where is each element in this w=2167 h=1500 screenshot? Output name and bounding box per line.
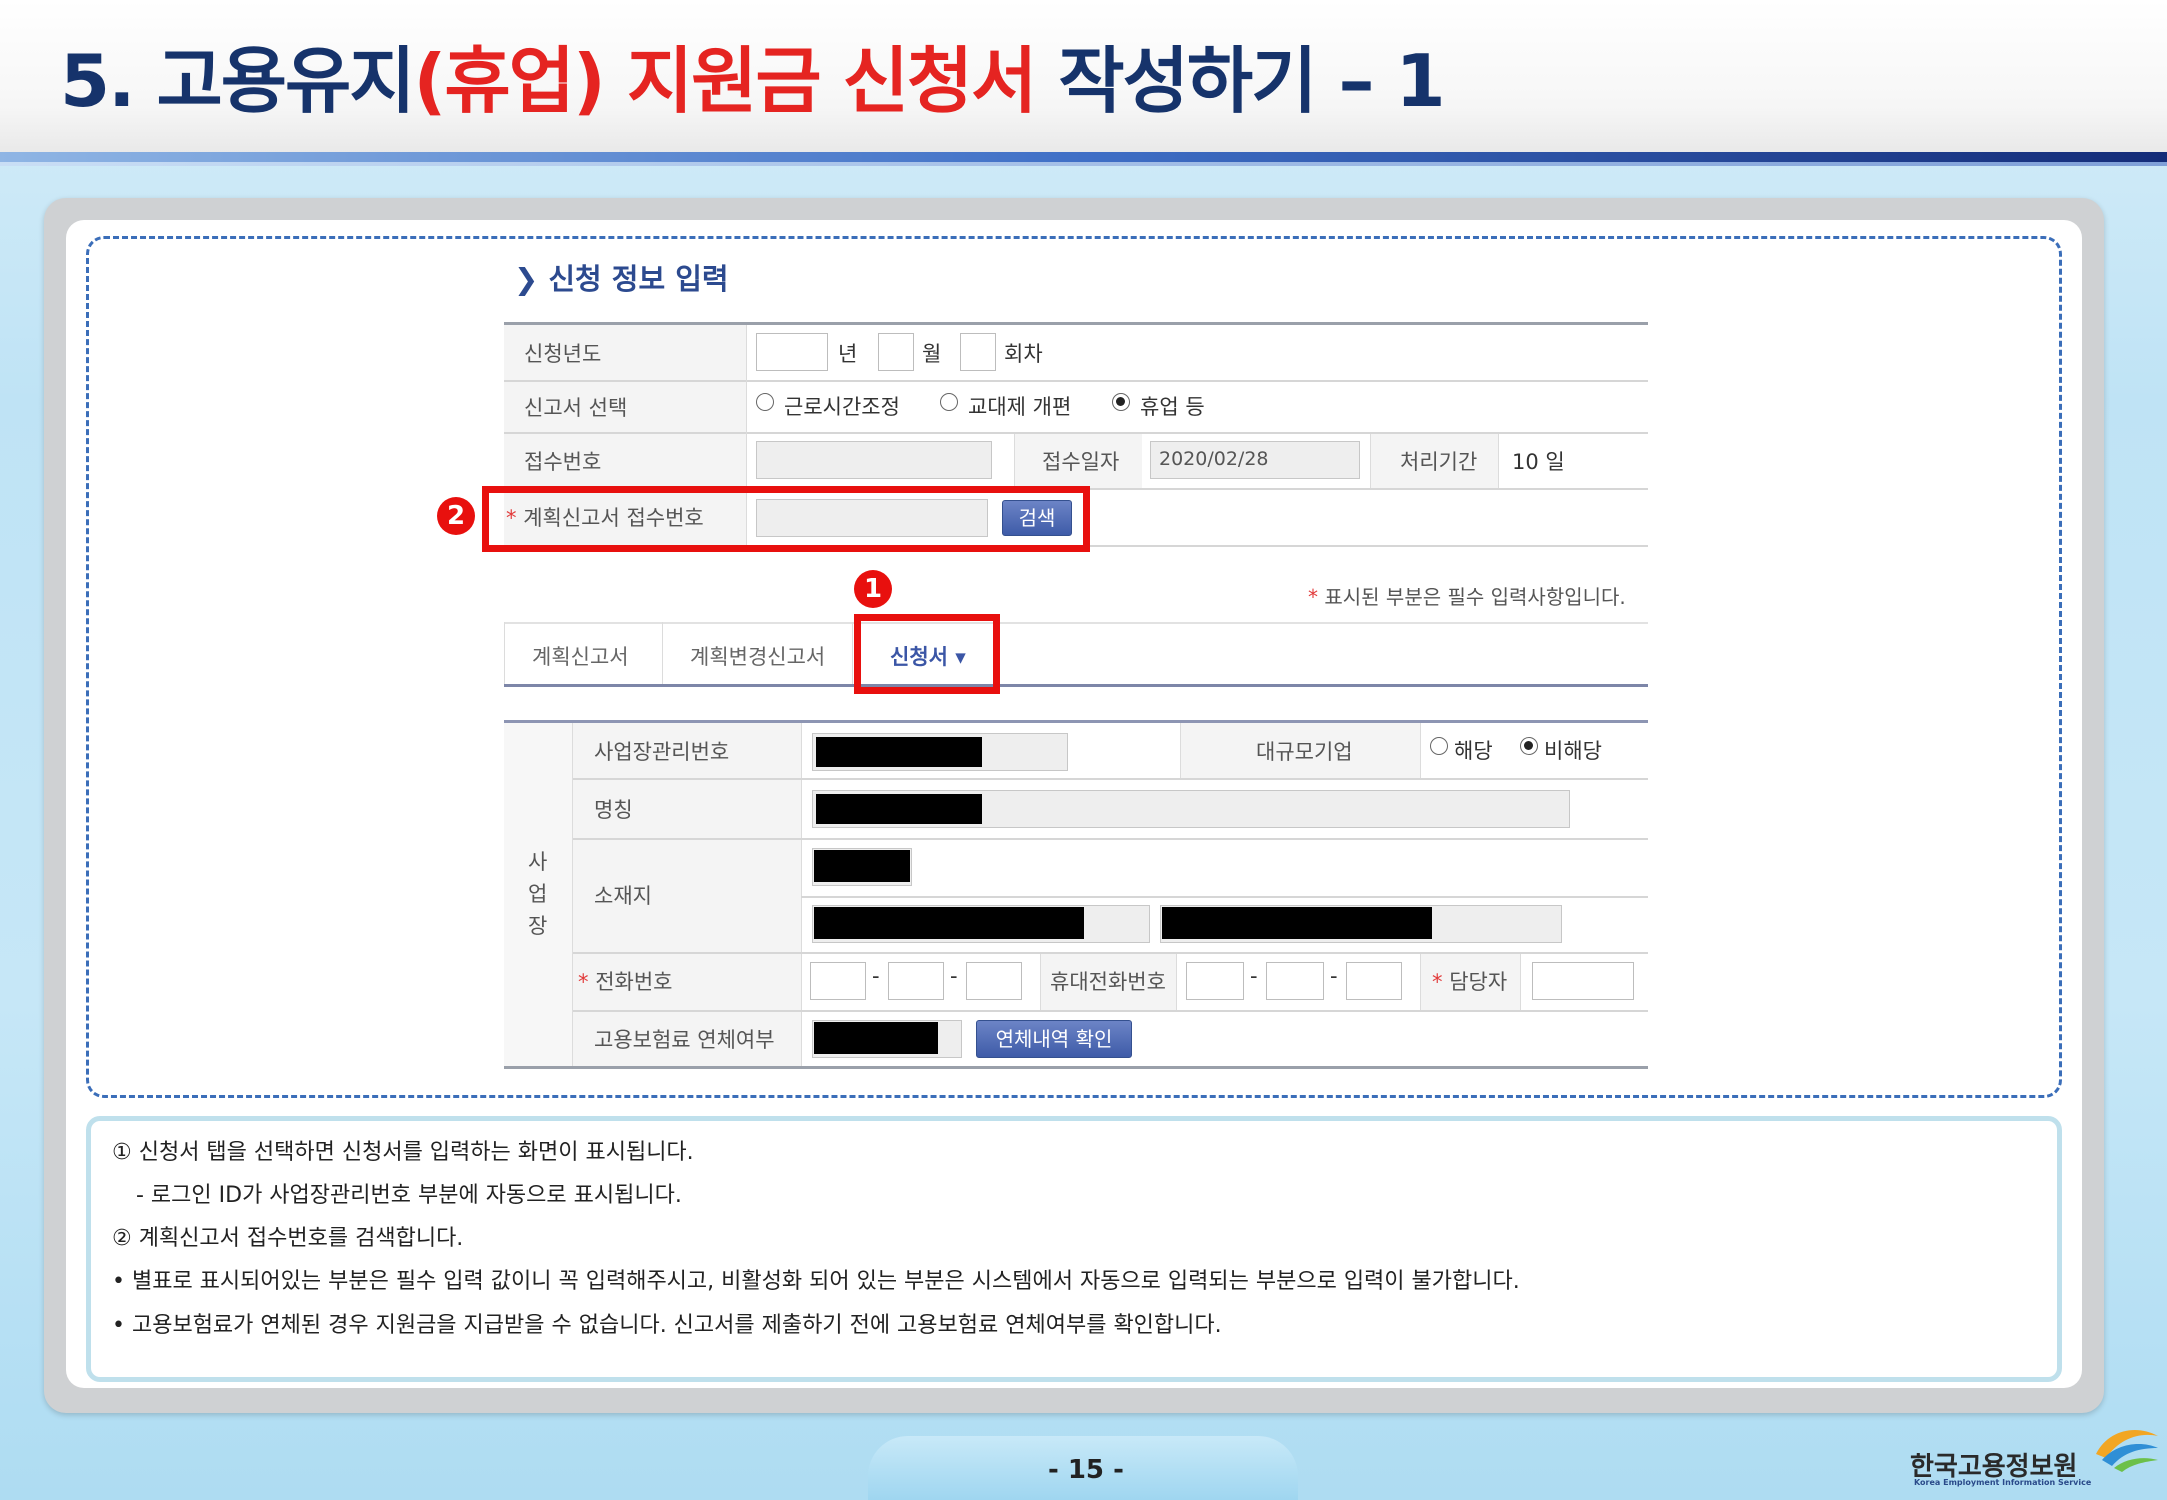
- title-part-3: 작성하기 – 1: [1035, 39, 1445, 123]
- radio-label-work-hours: 근로시간조정: [784, 395, 900, 419]
- annotation-badge-2: 2: [437, 497, 475, 535]
- row-divider: [801, 896, 1648, 898]
- dash: -: [1330, 964, 1338, 988]
- header-divider: [0, 152, 2167, 162]
- redacted-value: [816, 794, 982, 824]
- col-divider: [1420, 723, 1421, 778]
- dash: -: [1250, 964, 1258, 988]
- check-arrears-button[interactable]: 연체내역 확인: [976, 1020, 1132, 1058]
- col-divider: [1040, 954, 1041, 1010]
- label-manager: * 담당자: [1432, 970, 1508, 994]
- col-divider: [1014, 434, 1015, 488]
- logo-subtitle: Korea Employment Information Service: [1914, 1478, 2092, 1487]
- tab-top-line: [504, 622, 1648, 624]
- receipt-date-field: 2020/02/28: [1150, 441, 1360, 479]
- annotation-badge-1: 1: [854, 570, 892, 608]
- round-unit: 회차: [1004, 342, 1043, 366]
- manager-input[interactable]: [1532, 962, 1634, 1000]
- label-large-company: 대규모기업: [1256, 740, 1353, 764]
- chevron-right-icon: ❯: [514, 262, 539, 296]
- label-phone: * 전화번호: [578, 970, 673, 994]
- header-divider-light: [0, 162, 2167, 166]
- phone-input-2[interactable]: [888, 962, 944, 1000]
- redacted-value: [814, 850, 910, 882]
- col-divider: [1370, 434, 1371, 488]
- col-divider: [1176, 954, 1177, 1010]
- radio-suspension[interactable]: [1112, 393, 1130, 411]
- highlight-box-2: [482, 486, 1090, 552]
- radio-label-applicable: 해당: [1454, 739, 1493, 763]
- radio-not-applicable[interactable]: [1520, 737, 1538, 755]
- mobile-input-1[interactable]: [1186, 962, 1244, 1000]
- slide-header: 5. 고용유지(휴업) 지원금 신청서 작성하기 – 1: [0, 0, 2167, 152]
- note-line-4: • 별표로 표시되어있는 부분은 필수 입력 값이니 꼭 입력해주시고, 비활성…: [112, 1269, 1520, 1294]
- row-divider: [573, 778, 1648, 780]
- col-divider: [1420, 954, 1421, 1010]
- label-mobile: 휴대전화번호: [1050, 970, 1166, 994]
- dash: -: [872, 964, 880, 988]
- redacted-value: [1162, 907, 1432, 939]
- note-line-1: ① 신청서 탭을 선택하면 신청서를 입력하는 화면이 표시됩니다.: [112, 1140, 694, 1165]
- phone-input-3[interactable]: [966, 962, 1022, 1000]
- radio-work-hours[interactable]: [756, 393, 774, 411]
- label-name: 명칭: [594, 798, 633, 822]
- note-line-2: - 로그인 ID가 사업장관리번호 부분에 자동으로 표시됩니다.: [136, 1183, 682, 1208]
- radio-shift-reform[interactable]: [940, 393, 958, 411]
- section-title: ❯ 신청 정보 입력: [514, 262, 729, 296]
- title-part-1: 5. 고용유지: [60, 39, 415, 123]
- workplace-bottom-border: [504, 1066, 1648, 1069]
- label-apply-year: 신청년도: [524, 342, 602, 366]
- row-divider: [573, 838, 1648, 840]
- month-input[interactable]: [878, 333, 914, 371]
- year-input[interactable]: [756, 333, 828, 371]
- redacted-value: [814, 1022, 938, 1054]
- label-receipt-no: 접수번호: [524, 450, 602, 474]
- col-divider: [1520, 954, 1521, 1010]
- month-unit: 월: [922, 342, 942, 366]
- year-unit: 년: [838, 342, 858, 366]
- slide-title: 5. 고용유지(휴업) 지원금 신청서 작성하기 – 1: [60, 36, 1446, 126]
- tab-divider: [852, 622, 853, 686]
- row-divider: [504, 380, 1648, 382]
- note-line-5: • 고용보험료가 연체된 경우 지원금을 지급받을 수 없습니다. 신고서를 제…: [112, 1313, 1222, 1338]
- highlight-box-1: [854, 614, 1000, 694]
- label-process-period: 처리기간: [1400, 450, 1478, 474]
- required-note: * 표시된 부분은 필수 입력사항입니다.: [1308, 585, 1626, 609]
- tab-divider: [504, 622, 505, 686]
- process-period-value: 10 일: [1512, 450, 1565, 474]
- mobile-input-2[interactable]: [1266, 962, 1324, 1000]
- tab-plan-report[interactable]: 계획신고서: [532, 641, 629, 671]
- round-input[interactable]: [960, 333, 996, 371]
- redacted-value: [814, 907, 1084, 939]
- radio-applicable[interactable]: [1430, 737, 1448, 755]
- col-divider: [1180, 723, 1181, 778]
- row-divider: [573, 1010, 1648, 1012]
- tab-plan-change-report[interactable]: 계획변경신고서: [690, 641, 825, 671]
- label-address: 소재지: [594, 884, 652, 908]
- title-part-2: (휴업) 지원금 신청서: [413, 39, 1037, 123]
- note-line-3: ② 계획신고서 접수번호를 검색합니다.: [112, 1226, 464, 1251]
- redacted-value: [816, 737, 982, 767]
- label-mgmt-no: 사업장관리번호: [594, 740, 730, 764]
- phone-input-1[interactable]: [810, 962, 866, 1000]
- workplace-side-label: 사 업 장: [528, 850, 548, 938]
- mobile-input-3[interactable]: [1346, 962, 1402, 1000]
- tab-divider: [662, 622, 663, 686]
- receipt-no-field: [756, 441, 992, 479]
- radio-label-not-applicable: 비해당: [1544, 739, 1602, 763]
- label-insurance-arrears: 고용보험료 연체여부: [594, 1028, 775, 1052]
- page-number: - 15 -: [1048, 1455, 1124, 1485]
- logo-swoosh-icon: [2096, 1430, 2158, 1472]
- label-report-select: 신고서 선택: [524, 396, 628, 420]
- tab-bottom-line: [504, 684, 1648, 687]
- col-divider: [1498, 434, 1499, 488]
- radio-label-suspension: 휴업 등: [1140, 395, 1205, 419]
- dash: -: [950, 964, 958, 988]
- label-receipt-date: 접수일자: [1042, 450, 1120, 474]
- radio-label-shift-reform: 교대제 개편: [968, 395, 1072, 419]
